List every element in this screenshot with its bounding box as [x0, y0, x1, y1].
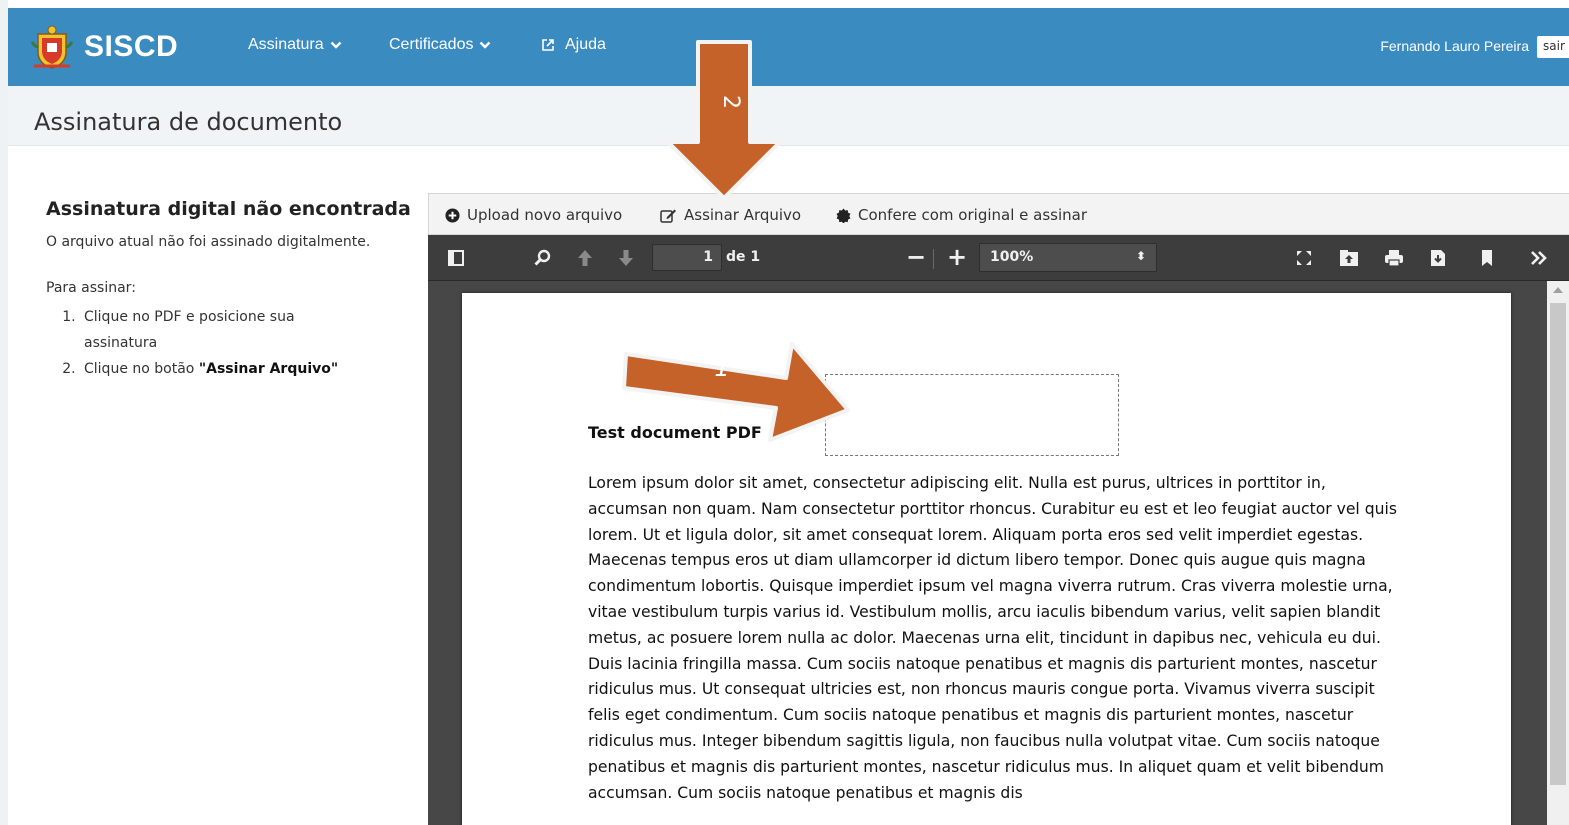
- brand-name: SISCD: [84, 30, 179, 63]
- zoom-separator: [933, 249, 934, 269]
- nav-certificados[interactable]: Certificados: [389, 36, 491, 54]
- document-body-text: Lorem ipsum dolor sit amet, consectetur …: [588, 474, 1397, 802]
- nav-assinatura-label: Assinatura: [248, 36, 324, 53]
- instructions-list: Clique no PDF e posicione sua assinatura…: [80, 304, 416, 382]
- previous-page-icon[interactable]: [577, 249, 593, 267]
- scrollbar-thumb[interactable]: [1550, 303, 1566, 785]
- zoom-select[interactable]: 100% ⬍: [979, 243, 1157, 272]
- zoom-select-value: 100%: [990, 249, 1034, 265]
- tools-menu-icon[interactable]: [1530, 249, 1548, 267]
- sign-file-label: Assinar Arquivo: [684, 206, 802, 224]
- certificate-icon: [836, 207, 851, 223]
- print-icon[interactable]: [1384, 249, 1404, 267]
- bookmark-icon[interactable]: [1481, 249, 1493, 267]
- page-left-margin: [0, 0, 8, 825]
- zoom-out-button[interactable]: −: [906, 243, 926, 271]
- instruction-step-2: Clique no botão "Assinar Arquivo": [80, 356, 416, 382]
- pdf-viewer-toolbar: 1 de 1 − + 100% ⬍: [428, 235, 1569, 281]
- plus-circle-icon: [445, 207, 460, 223]
- presentation-mode-icon[interactable]: [1295, 249, 1313, 267]
- upload-new-file-button[interactable]: Upload novo arquivo: [445, 206, 622, 224]
- page-number-input[interactable]: 1: [652, 244, 722, 271]
- nav-ajuda-label: Ajuda: [565, 36, 606, 53]
- user-name[interactable]: Fernando Lauro Pereira: [1380, 38, 1529, 54]
- instruction-step-2-text: Clique no botão: [84, 361, 199, 377]
- download-icon[interactable]: [1430, 249, 1446, 267]
- annotation-arrow-1: 1: [622, 342, 850, 442]
- signature-placement-box[interactable]: [825, 374, 1119, 456]
- scroll-up-icon[interactable]: [1553, 287, 1563, 293]
- page-count-label: de 1: [726, 249, 761, 265]
- edit-icon: [660, 209, 676, 223]
- nav-assinatura[interactable]: Assinatura: [248, 36, 342, 54]
- nav-ajuda[interactable]: Ajuda: [541, 36, 606, 54]
- sign-file-button[interactable]: Assinar Arquivo: [660, 206, 801, 224]
- signature-status-heading: Assinatura digital não encontrada: [46, 198, 411, 220]
- annotation-arrow-2-label: 2: [718, 95, 743, 109]
- next-page-icon[interactable]: [618, 249, 634, 267]
- brand[interactable]: SISCD: [30, 24, 178, 70]
- zoom-in-button[interactable]: +: [947, 243, 967, 271]
- pdf-page[interactable]: Test document PDF Lorem ipsum dolor sit …: [462, 293, 1511, 825]
- chevron-down-icon: [480, 41, 491, 49]
- annotation-arrow-1-label: 1: [714, 354, 729, 382]
- nav-certificados-label: Certificados: [389, 36, 474, 53]
- pdf-viewer-container: Test document PDF Lorem ipsum dolor sit …: [428, 281, 1569, 825]
- annotation-arrow-2: 2: [668, 40, 782, 200]
- instruction-step-2-button-name: "Assinar Arquivo": [198, 361, 339, 377]
- instruction-step-1: Clique no PDF e posicione sua assinatura: [80, 304, 340, 356]
- select-caret-icon: ⬍: [1135, 249, 1146, 263]
- sidebar-toggle-icon[interactable]: [448, 250, 464, 266]
- page-title: Assinatura de documento: [34, 108, 343, 136]
- document-actions-toolbar: Upload novo arquivo Assinar Arquivo Conf…: [428, 193, 1569, 235]
- confirm-and-sign-button[interactable]: Confere com original e assinar: [836, 206, 1087, 224]
- open-file-icon[interactable]: [1339, 249, 1359, 267]
- upload-new-file-label: Upload novo arquivo: [467, 206, 623, 224]
- signature-status-panel: Assinatura digital não encontrada O arqu…: [46, 198, 416, 382]
- instructions-label: Para assinar:: [46, 280, 136, 296]
- coat-of-arms-logo: [30, 25, 74, 69]
- logout-button[interactable]: sair: [1537, 36, 1569, 58]
- top-navbar: SISCD Assinatura Certificados Ajuda Fern…: [8, 8, 1569, 86]
- page-header: Assinatura de documento: [8, 86, 1569, 146]
- chevron-down-icon: [330, 41, 341, 49]
- vertical-scrollbar[interactable]: [1547, 281, 1569, 825]
- confirm-and-sign-label: Confere com original e assinar: [858, 206, 1087, 224]
- signature-status-message: O arquivo atual não foi assinado digital…: [46, 234, 371, 250]
- search-icon[interactable]: [534, 249, 551, 266]
- external-link-icon: [542, 39, 554, 51]
